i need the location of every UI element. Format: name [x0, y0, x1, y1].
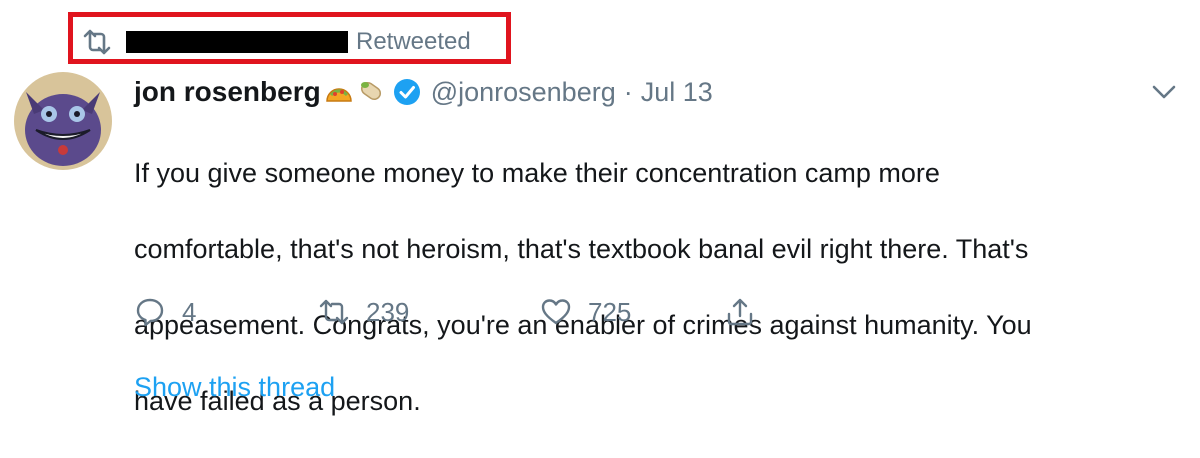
tweet-text-line: If you give someone money to make their … [134, 158, 940, 188]
chevron-down-icon[interactable] [1150, 82, 1178, 102]
burrito-emoji-icon [360, 81, 381, 101]
taco-emoji-icon [325, 88, 352, 102]
reply-icon [136, 298, 164, 327]
avatar[interactable] [14, 72, 112, 170]
tweet-header: jon rosenberg @jonrosenberg · Jul 13 [134, 72, 713, 112]
reply-button[interactable]: 4 [134, 296, 318, 328]
retweet-count: 239 [366, 296, 410, 327]
author-display-name[interactable]: jon rosenberg [134, 76, 321, 108]
share-button[interactable] [724, 296, 772, 328]
verified-badge-icon [393, 79, 420, 105]
retweet-context: Retweeted [82, 24, 471, 60]
tweet-date[interactable]: Jul 13 [641, 77, 713, 108]
tweet-text: If you give someone money to make their … [134, 116, 1174, 458]
like-count: 725 [588, 296, 632, 327]
retweet-button[interactable]: 239 [318, 296, 540, 328]
show-thread-link[interactable]: Show this thread [134, 372, 335, 403]
share-icon [727, 298, 753, 326]
like-button[interactable]: 725 [540, 296, 724, 328]
tweet-actions: 4 239 725 [134, 292, 772, 332]
retweet-icon [83, 29, 111, 55]
avatar-image [14, 72, 112, 170]
heart-icon [541, 299, 571, 325]
author-handle[interactable]: @jonrosenberg [431, 77, 616, 108]
tweet-text-line: comfortable, that's not heroism, that's … [134, 234, 1029, 264]
reply-count: 4 [182, 296, 197, 327]
retweet-icon [319, 299, 349, 325]
retweeted-label: Retweeted [356, 28, 471, 55]
header-separator: · [623, 76, 633, 107]
redacted-username [126, 31, 348, 53]
